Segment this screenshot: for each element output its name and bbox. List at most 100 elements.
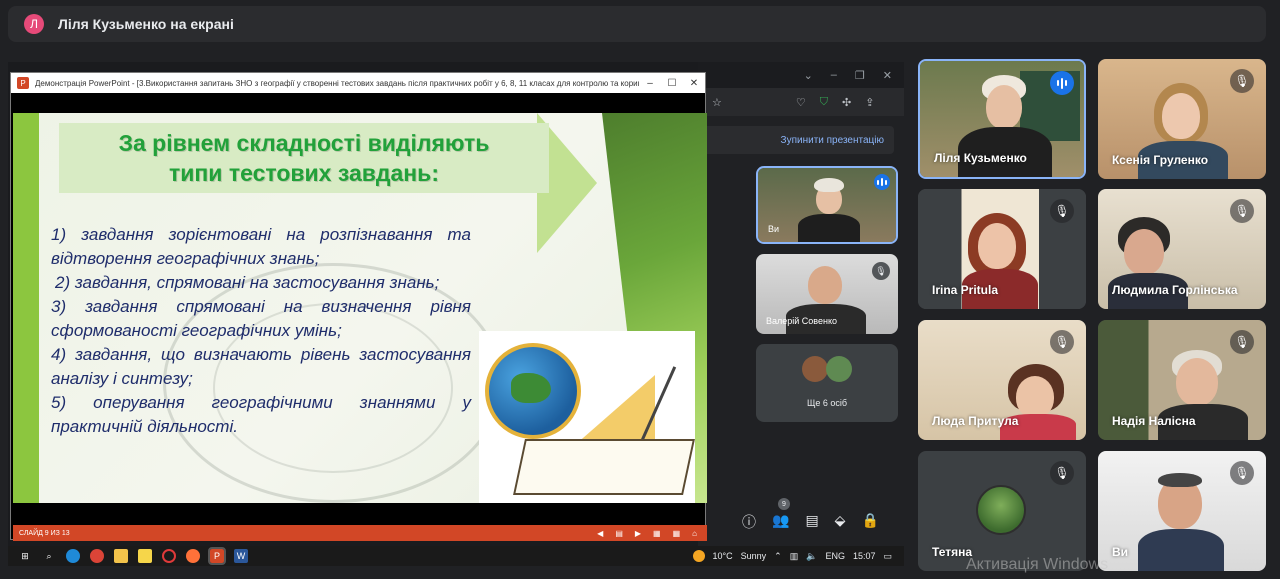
mini-tile-participant-name: Валерій Совенко [766,316,838,326]
slide-title-line-1: За рівнем складності виділяють [118,130,490,156]
minimize-icon[interactable]: – [639,78,661,89]
speaking-indicator-icon [1050,71,1074,95]
slide-counter: СЛАЙД 9 ИЗ 13 [19,529,70,537]
activities-icon[interactable]: ⬙ [835,512,846,532]
participant-name: Ліля Кузьменко [934,151,1027,165]
info-icon[interactable]: ⓘ [742,512,756,532]
shield-icon[interactable]: ⛉ [820,96,828,109]
background-browser: ⌄ – ❐ ✕ ☆ ♡ ⛉ ✣ ⇪ Зупинити презентацію В… [698,62,904,546]
notes-icon[interactable]: ▤ [615,529,623,538]
slide-body: 1) завдання зорієнтовані на розпізнаванн… [51,223,471,439]
self-body [798,214,860,242]
ppt-window-title: Демонстрація PowerPoint - [3.Використанн… [35,78,639,88]
participant-name: Irina Pritula [932,283,999,297]
mini-tile-participant[interactable]: 🎙 Валерій Совенко [756,254,898,334]
clock[interactable]: 15:07 [853,551,876,561]
slide-title: За рівнем складності виділяють типи тест… [59,123,549,193]
host-controls-icon[interactable]: 🔒 [861,512,878,532]
slide-item-3: 3) завдання спрямовані на визначення рів… [51,297,471,340]
mini-tile-self[interactable]: Ви [756,166,898,244]
mic-off-icon: 🎙 [1230,330,1254,354]
file-explorer-icon[interactable] [114,549,128,563]
minimize-icon[interactable]: – [831,69,837,81]
slide-left-stripe [13,113,39,503]
speaking-indicator-icon [874,174,890,190]
close-icon[interactable]: ✕ [683,78,705,89]
edge-icon[interactable] [66,549,80,563]
keyboard-language[interactable]: ENG [825,551,845,561]
participant-name: Ви [1112,545,1129,559]
participant-face [1124,229,1164,275]
participant-hair [1158,473,1202,487]
sun-icon [692,550,705,562]
participant-tile-8[interactable]: 🎙 Ви [1098,451,1266,571]
slide-item-4: 4) завдання, що визначають рівень застос… [51,345,471,388]
meet-controls: ⓘ 👥 9 ▤ ⬙ 🔒 [742,498,879,532]
reading-view-icon[interactable]: ⌂ [692,529,697,538]
browser-tabstrip: ⌄ – ❐ ✕ [698,62,904,88]
participant-tile-3[interactable]: 🎙 Irina Pritula [918,189,1086,309]
chrome-icon[interactable] [90,549,104,563]
slide-title-line-2: типи тестових завдань: [169,160,439,186]
slide-item-1: 1) завдання зорієнтовані на розпізнаванн… [51,225,471,268]
next-slide-icon[interactable]: ▶ [635,529,641,538]
browser-toolbar: ☆ ♡ ⛉ ✣ ⇪ [698,88,904,116]
mic-off-icon: 🎙 [1050,461,1074,485]
participant-name: Надія Налісна [1112,414,1196,428]
grid-view-icon[interactable]: ▦ [653,529,661,538]
presenter-label: Ліля Кузьменко на екрані [58,16,234,32]
slide-sorter-icon[interactable]: ▦ [673,529,681,538]
participant-tile-2[interactable]: 🎙 Ксенія Груленко [1098,59,1266,179]
maximize-icon[interactable]: ☐ [661,78,683,89]
windows-start-icon[interactable]: ⊞ [18,549,32,563]
firefox-icon[interactable] [186,549,200,563]
mic-off-icon: 🎙 [1230,69,1254,93]
participant-face [1162,93,1200,139]
chevron-up-icon[interactable]: ⌃ [774,551,782,562]
globe-image [485,343,581,439]
geography-illustration [479,331,695,503]
presenter-avatar: Л [24,14,44,34]
ppt-titlebar: P Демонстрація PowerPoint - [3.Використа… [11,73,705,93]
extensions-icon[interactable]: ✣ [842,96,851,109]
sticky-notes-icon[interactable] [138,549,152,563]
slide-item-5: 5) оперування географічними знаннями у п… [51,393,471,436]
notifications-icon[interactable]: ▭ [883,551,892,562]
participant-tile-5[interactable]: 🎙 Люда Притула [918,320,1086,440]
chevron-down-icon[interactable]: ⌄ [804,69,813,82]
participant-tile-7[interactable]: 🎙 Тетяна [918,451,1086,571]
opera-icon[interactable] [162,549,176,563]
word-taskbar-icon[interactable]: W [234,549,248,563]
people-icon[interactable]: 👥 9 [772,498,790,532]
participant-tile-4[interactable]: 🎙 Людмила Горлінська [1098,189,1266,309]
volume-icon[interactable]: 🔈 [806,551,817,562]
participant-tile-1[interactable]: Ліля Кузьменко [918,59,1086,179]
powerpoint-taskbar-icon[interactable]: P [208,547,226,565]
restore-icon[interactable]: ❐ [855,69,865,82]
participant-name: Люда Притула [932,414,1019,428]
windows-taskbar: ⊞ ⌕ P W 10°C Sunny ⌃ ▥ 🔈 ENG 15:07 ▭ [8,546,904,566]
book-image [513,439,695,495]
pocket-icon[interactable]: ♡ [796,96,806,109]
participant-name: Людмила Горлінська [1112,283,1238,297]
people-count-badge: 9 [778,498,790,510]
more-participants-label: Ще 6 осіб [806,398,848,408]
system-tray: 10°C Sunny ⌃ ▥ 🔈 ENG 15:07 ▭ [692,550,904,562]
slide: За рівнем складності виділяють типи тест… [13,113,707,503]
close-icon[interactable]: ✕ [883,69,892,82]
share-icon[interactable]: ⇪ [865,96,874,109]
chat-icon[interactable]: ▤ [805,512,818,532]
powerpoint-icon: P [17,77,29,89]
more-participants-tile[interactable]: Ще 6 осіб [756,344,898,422]
star-icon[interactable]: ☆ [712,96,722,109]
participant-face [1176,358,1218,406]
search-icon[interactable]: ⌕ [42,549,56,563]
weather: Sunny [740,551,767,561]
stop-presentation-button[interactable]: Зупинити презентацію [698,126,894,154]
participant-face [808,266,842,304]
prev-slide-icon[interactable]: ◀ [597,529,603,538]
ppt-statusbar: СЛАЙД 9 ИЗ 13 ◀ ▤ ▶ ▦ ▦ ⌂ [13,525,707,541]
participant-tile-6[interactable]: 🎙 Надія Налісна [1098,320,1266,440]
mic-off-icon: 🎙 [1230,199,1254,223]
network-icon[interactable]: ▥ [790,551,799,562]
